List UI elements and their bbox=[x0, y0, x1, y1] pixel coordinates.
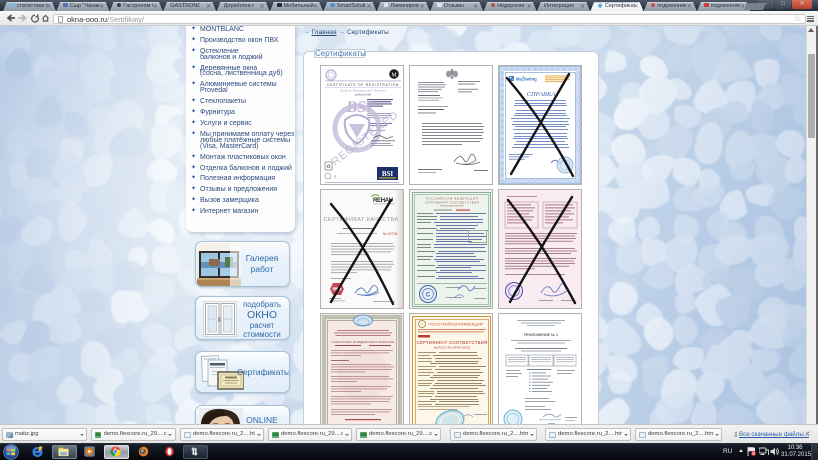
svg-text:BSI: BSI bbox=[382, 170, 394, 178]
svg-text:САНИТАРНО-ЭПИДЕМИОЛОГИЧЕСКОЕ: САНИТАРНО-ЭПИДЕМИОЛОГИЧЕСКОЕ bbox=[331, 340, 394, 344]
svg-text:♻: ♻ bbox=[326, 164, 331, 170]
svg-text:C: C bbox=[426, 293, 431, 299]
svg-text:ПРИЛОЖЕНИЕ № 1: ПРИЛОЖЕНИЕ № 1 bbox=[524, 333, 558, 337]
svg-text:®: ® bbox=[334, 175, 337, 179]
svg-text:M: M bbox=[391, 73, 397, 79]
svg-text:profine GmbH: profine GmbH bbox=[355, 93, 371, 97]
svg-text:CERTIFICATE OF REGISTRATION: CERTIFICATE OF REGISTRATION bbox=[327, 83, 399, 87]
svg-text:Quality Management System: Quality Management System bbox=[340, 89, 386, 93]
